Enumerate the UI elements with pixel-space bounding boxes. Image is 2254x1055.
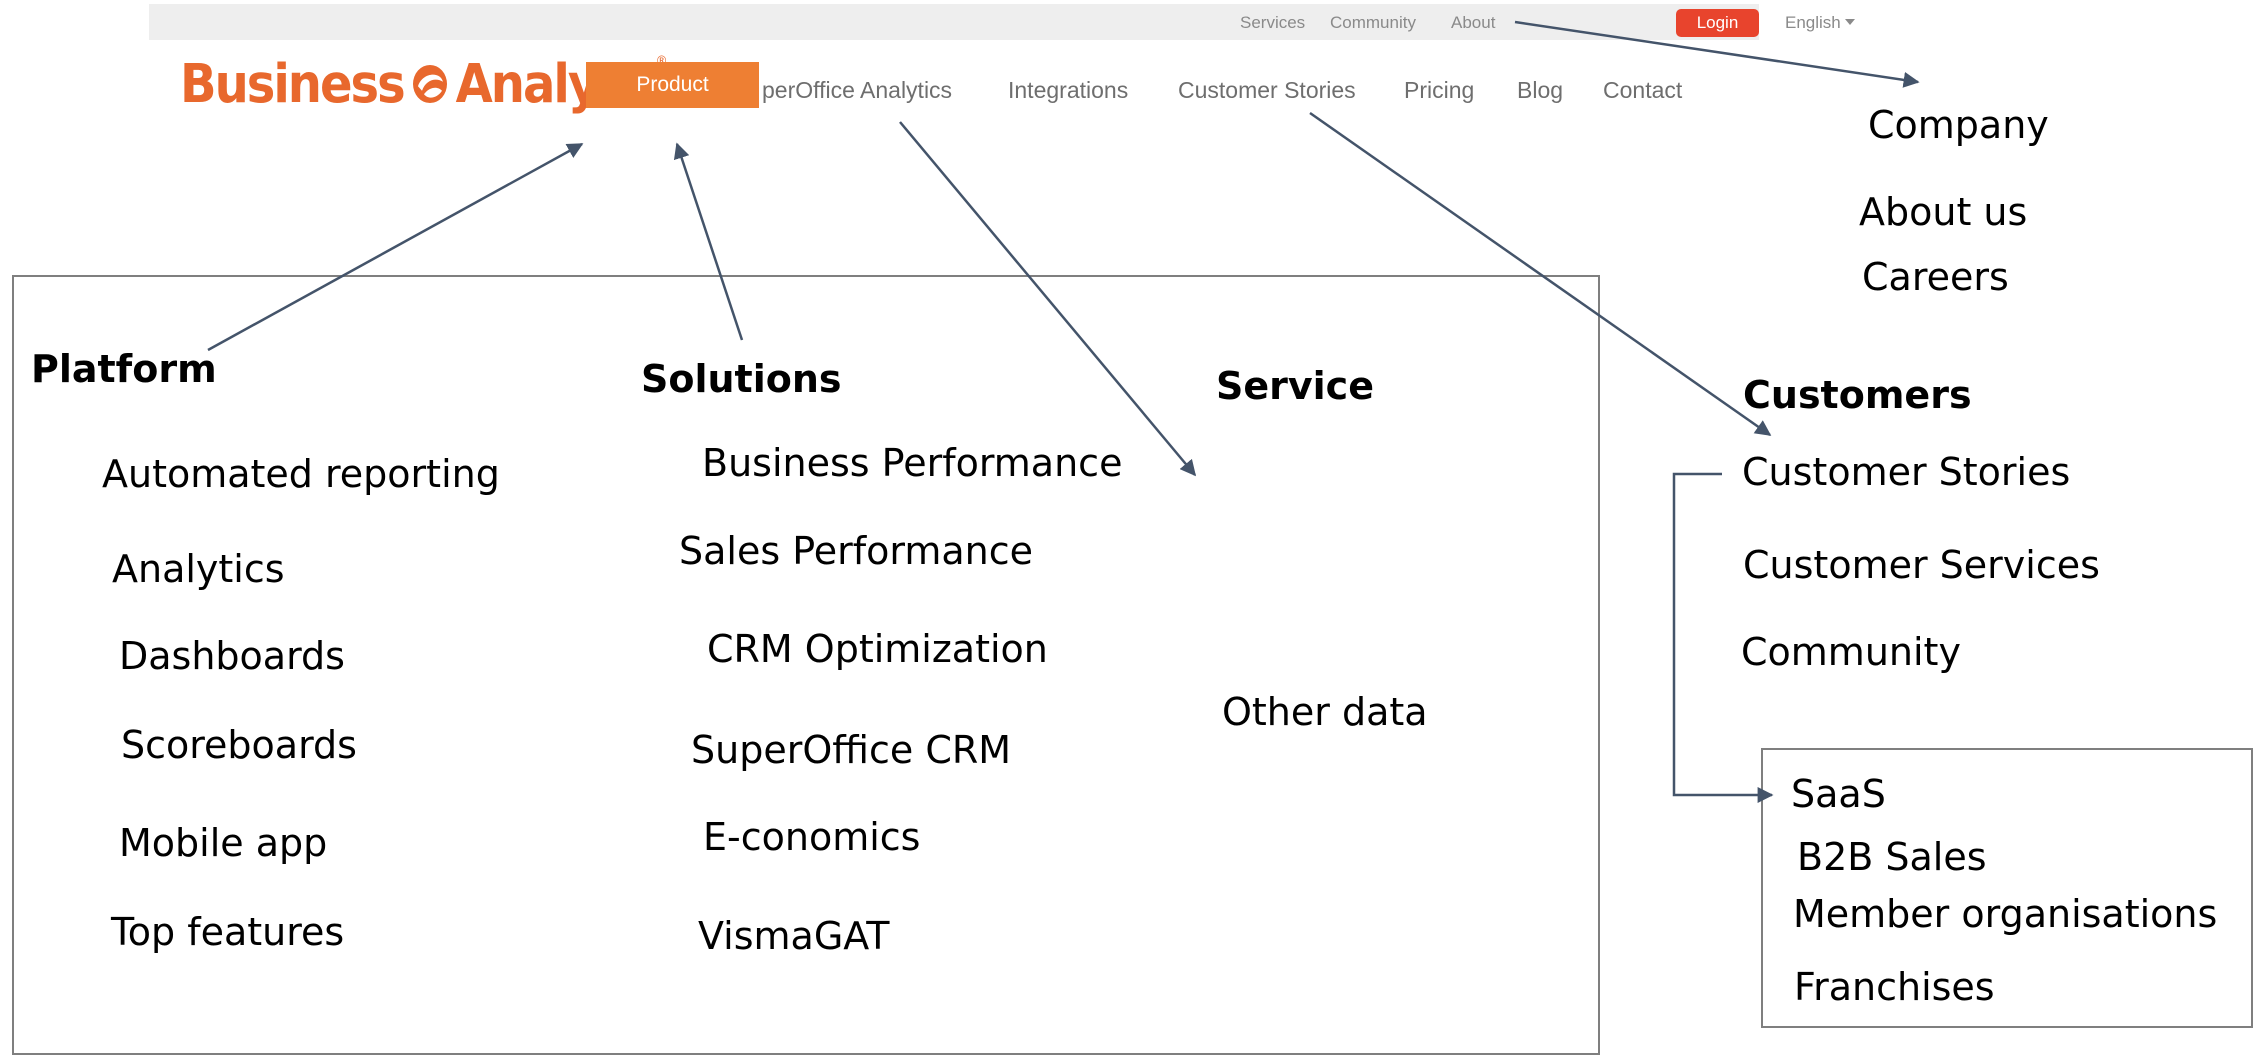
arrow-stories-to-customers (1309, 111, 1772, 437)
arrow-platform-to-logo (207, 142, 584, 352)
arrow-solutions-to-product (673, 142, 744, 341)
arrow-analytics-to-service (899, 121, 1197, 477)
arrow-about-to-company (1514, 20, 1920, 88)
connector-customer-stories-to-saas (1672, 472, 1774, 803)
connector-arrows (207, 20, 1920, 803)
